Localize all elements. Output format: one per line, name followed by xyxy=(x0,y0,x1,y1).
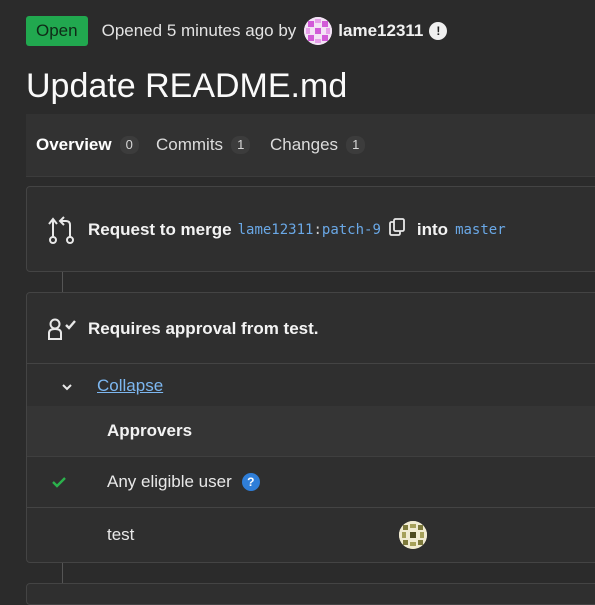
tab-changes-count: 1 xyxy=(346,136,366,154)
page-title: Update README.md xyxy=(26,67,348,105)
merge-prefix: Request to merge xyxy=(88,219,232,239)
timeline-connector xyxy=(62,272,63,292)
approver-name: test xyxy=(107,525,135,544)
approvers-table-header: Approvers xyxy=(27,406,595,457)
tab-commits-count: 1 xyxy=(231,136,251,154)
collapse-row[interactable]: Collapse xyxy=(27,364,595,407)
tab-bar: Overview 0 Commits 1 Changes 1 xyxy=(26,114,595,177)
merge-into-label: into xyxy=(416,219,449,239)
merge-description: Request to merge lame12311 : patch-9 int… xyxy=(88,218,506,241)
tab-overview-label: Overview xyxy=(36,135,112,154)
user-avatar[interactable] xyxy=(304,17,333,45)
status-badge: Open xyxy=(26,16,88,46)
chevron-down-icon[interactable] xyxy=(61,379,73,397)
source-branch-link[interactable]: patch-9 xyxy=(322,222,381,238)
branch-separator: : xyxy=(313,221,322,238)
tab-changes[interactable]: Changes 1 xyxy=(270,114,366,176)
tab-changes-label: Changes xyxy=(270,135,339,154)
admin-badge-icon: ! xyxy=(429,22,448,40)
tab-commits-label: Commits xyxy=(156,135,224,154)
eligible-user-cell: Any eligible user ? xyxy=(107,472,260,492)
approval-header: Requires approval from test. xyxy=(27,293,595,364)
eligible-user-label: Any eligible user xyxy=(107,472,232,491)
opened-text: Opened 5 minutes ago by xyxy=(101,21,297,40)
next-timeline-card xyxy=(26,583,595,605)
tab-overview[interactable]: Overview 0 xyxy=(36,114,139,176)
approvers-column-header: Approvers xyxy=(107,421,193,440)
merge-request-icon xyxy=(47,215,77,250)
target-branch-link[interactable]: master xyxy=(455,222,506,238)
table-row: test xyxy=(27,508,595,563)
help-icon[interactable]: ? xyxy=(241,473,260,491)
approval-title: Requires approval from test. xyxy=(88,319,319,338)
approval-icon xyxy=(47,317,79,346)
status-row: Open Opened 5 minutes ago by lame12311 ! xyxy=(26,16,448,46)
tab-commits[interactable]: Commits 1 xyxy=(156,114,251,176)
user-avatar-pattern-icon xyxy=(304,17,333,45)
approver-avatar[interactable] xyxy=(399,521,427,549)
copy-icon[interactable] xyxy=(389,218,405,241)
tab-overview-count: 0 xyxy=(119,136,139,154)
table-row: Any eligible user ? xyxy=(27,457,595,508)
timeline-connector xyxy=(62,563,63,583)
approver-avatar-pattern-icon xyxy=(399,521,427,549)
collapse-link[interactable]: Collapse xyxy=(97,376,163,396)
source-user-link[interactable]: lame12311 xyxy=(238,222,314,238)
merge-request-card: Request to merge lame12311 : patch-9 int… xyxy=(26,186,595,272)
check-icon xyxy=(51,475,67,493)
username-link[interactable]: lame12311 xyxy=(338,21,423,41)
approval-card: Requires approval from test. Collapse Ap… xyxy=(26,292,595,563)
